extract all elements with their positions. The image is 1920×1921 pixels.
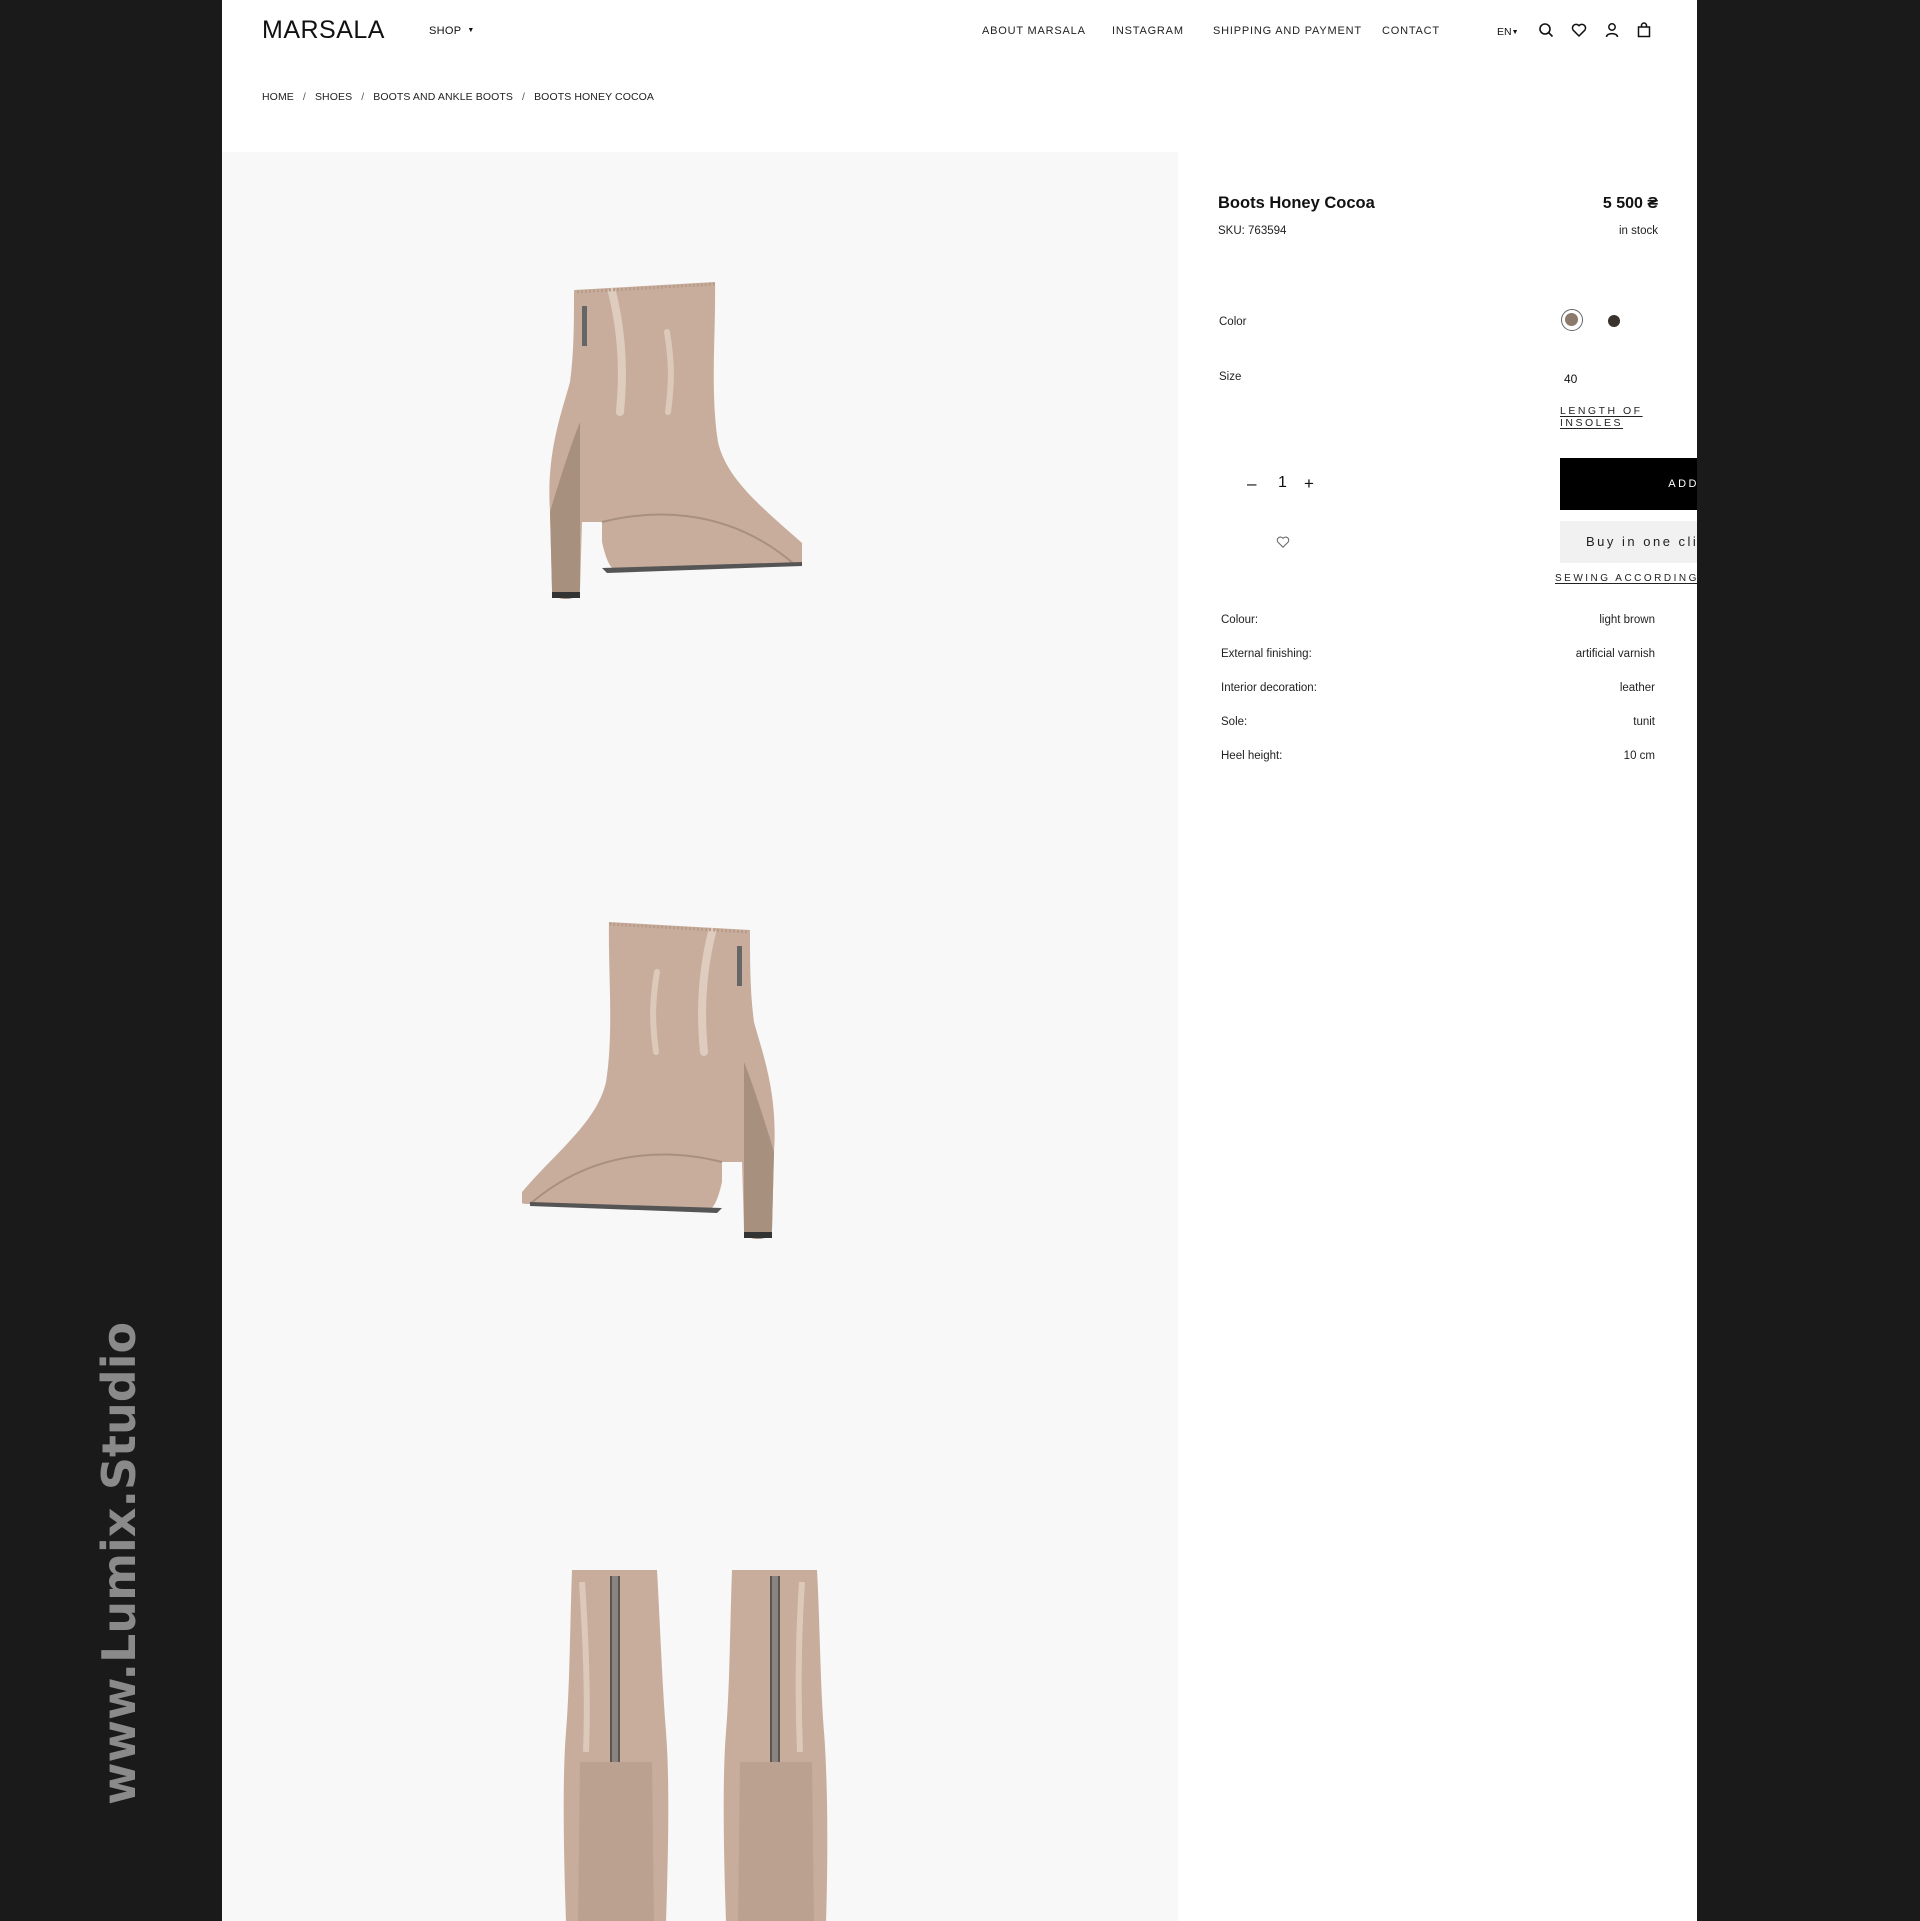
spec-key: Sole: — [1221, 716, 1248, 728]
quantity-stepper: – 1 + — [1247, 474, 1319, 498]
product-image-side-right[interactable] — [522, 272, 802, 652]
breadcrumb-shoes[interactable]: SHOES — [315, 91, 352, 103]
nav-shipping[interactable]: SHIPPING AND PAYMENT — [1213, 25, 1362, 37]
breadcrumb-home[interactable]: HOME — [262, 91, 294, 103]
breadcrumb: HOME / SHOES / BOOTS AND ANKLE BOOTS / BOOTS H… — [262, 91, 654, 103]
quantity-decrease-button[interactable]: – — [1247, 474, 1256, 494]
site-header: MARSALA SHOP ▼ ABOUT MARSALA INSTAGRAM SH… — [222, 0, 1697, 64]
quantity-increase-button[interactable]: + — [1304, 474, 1314, 494]
breadcrumb-current: BOOTS HONEY COCOA — [534, 91, 655, 103]
language-label: EN — [1497, 26, 1512, 38]
add-to-wishlist-heart-icon[interactable] — [1276, 535, 1290, 549]
spec-row: Colour: light brown — [1221, 614, 1655, 634]
shopping-bag-icon[interactable] — [1636, 22, 1652, 38]
product-image-back[interactable] — [562, 1562, 862, 1921]
spec-row: External finishing: artificial varnish — [1221, 648, 1655, 668]
spec-key: Heel height: — [1221, 750, 1283, 762]
spec-value: tunit — [1633, 716, 1655, 728]
color-swatch-light-brown[interactable] — [1561, 309, 1583, 331]
size-option[interactable]: 40 — [1564, 372, 1577, 386]
spec-key: Interior decoration: — [1221, 682, 1317, 694]
shop-menu[interactable]: SHOP ▼ — [429, 25, 475, 37]
product-gallery — [222, 152, 1178, 1921]
language-selector[interactable]: EN▼ — [1497, 26, 1519, 38]
insoles-length-link[interactable]: LENGTH OF INSOLES — [1560, 405, 1658, 429]
quantity-value[interactable]: 1 — [1278, 474, 1287, 492]
spec-key: External finishing: — [1221, 648, 1312, 660]
buy-one-click-button[interactable]: Buy in one click + — [1560, 521, 1697, 563]
color-swatch-dark-brown[interactable] — [1608, 315, 1620, 327]
nav-instagram[interactable]: INSTAGRAM — [1112, 25, 1184, 37]
color-label: Color — [1219, 316, 1247, 328]
spec-key: Colour: — [1221, 614, 1259, 626]
breadcrumb-separator: / — [302, 91, 306, 103]
buy-one-click-label: Buy in one click — [1586, 534, 1697, 549]
spec-value: leather — [1619, 682, 1655, 694]
product-title: Boots Honey Cocoa — [1218, 194, 1375, 212]
breadcrumb-boots[interactable]: BOOTS AND ANKLE BOOTS — [373, 91, 513, 103]
breadcrumb-separator: / — [522, 91, 526, 103]
site-logo[interactable]: MARSALA — [262, 16, 385, 45]
spec-row: Interior decoration: leather — [1221, 682, 1655, 702]
user-account-icon[interactable] — [1604, 22, 1620, 38]
spec-row: Sole: tunit — [1221, 716, 1655, 736]
spec-value: 10 cm — [1623, 750, 1655, 762]
spec-value: artificial varnish — [1575, 648, 1655, 660]
shop-menu-label: SHOP — [429, 25, 462, 37]
nav-about[interactable]: ABOUT MARSALA — [982, 25, 1086, 37]
product-sku: SKU: 763594 — [1218, 225, 1287, 237]
product-image-side-left[interactable] — [522, 912, 802, 1292]
caret-down-icon: ▼ — [467, 27, 475, 34]
size-label: Size — [1219, 371, 1242, 383]
wishlist-heart-icon[interactable] — [1571, 22, 1587, 38]
add-to-cart-button[interactable]: ADD TO CART — [1560, 458, 1697, 510]
breadcrumb-separator: / — [361, 91, 365, 103]
caret-down-icon: ▼ — [1511, 29, 1519, 36]
nav-contact[interactable]: CONTACT — [1382, 25, 1440, 37]
spec-row: Heel height: 10 cm — [1221, 750, 1655, 770]
product-price: 5 500 ₴ — [1602, 195, 1658, 212]
search-icon[interactable] — [1538, 22, 1554, 38]
sewing-measurements-link[interactable]: SEWING ACCORDING TO MY MEASUREMENTS — [1555, 573, 1697, 584]
product-page: MARSALA SHOP ▼ ABOUT MARSALA INSTAGRAM SH… — [222, 0, 1697, 1921]
watermark-text: www.Lumix.Studio — [92, 1321, 146, 1805]
spec-value: light brown — [1599, 614, 1655, 626]
stock-status: in stock — [1619, 225, 1658, 237]
